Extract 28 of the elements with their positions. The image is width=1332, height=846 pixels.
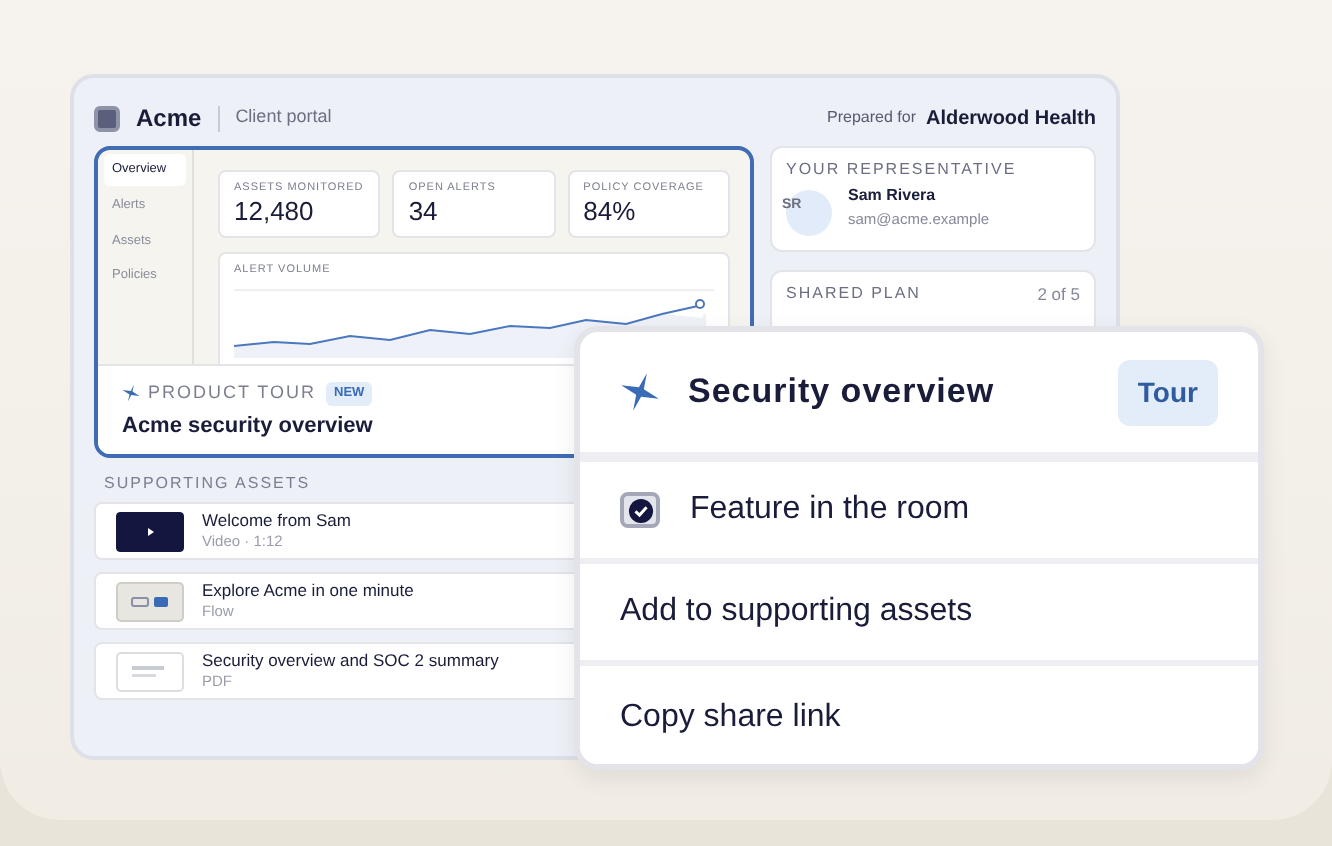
tour-button[interactable]: Tour — [1117, 359, 1218, 425]
sparkle-icon — [122, 384, 140, 403]
client-name: Alderwood Health — [925, 105, 1096, 133]
menu-item[interactable]: Copy share link — [580, 666, 1258, 764]
video-thumbnail — [116, 511, 184, 551]
sparkle-icon — [620, 372, 660, 412]
representative-name: Sam Rivera — [848, 184, 938, 208]
card-heading: SHARED PLAN — [786, 282, 921, 306]
asset-title: Welcome from Sam — [202, 510, 351, 532]
plan-step-count: 2 of 5 — [1037, 282, 1080, 308]
section-heading: SUPPORTING ASSETS — [104, 472, 313, 496]
portal-label: Client portal — [235, 104, 332, 131]
stat-value: 34 — [408, 196, 440, 227]
asset-title: Explore Acme in one minute — [202, 580, 414, 602]
stat-value: 12,480 — [234, 196, 316, 227]
prepared-label: Prepared for — [827, 106, 916, 130]
asset-title: Security overview and SOC 2 summary — [202, 650, 499, 672]
logo-icon — [94, 105, 120, 131]
checkbox[interactable] — [620, 492, 660, 528]
menu-item[interactable]: Feature in the room — [580, 462, 1258, 564]
tour-eyebrow: PRODUCT TOUR — [148, 380, 317, 406]
brand-name: Acme — [136, 102, 202, 136]
card-heading: YOUR REPRESENTATIVE — [786, 158, 1019, 182]
document-thumbnail — [116, 651, 184, 691]
menu-item[interactable]: Add to supporting assets — [580, 564, 1258, 666]
flow-thumbnail — [116, 581, 184, 621]
tour-title: Acme security overview — [122, 411, 375, 441]
stat-value: 84% — [583, 196, 638, 227]
